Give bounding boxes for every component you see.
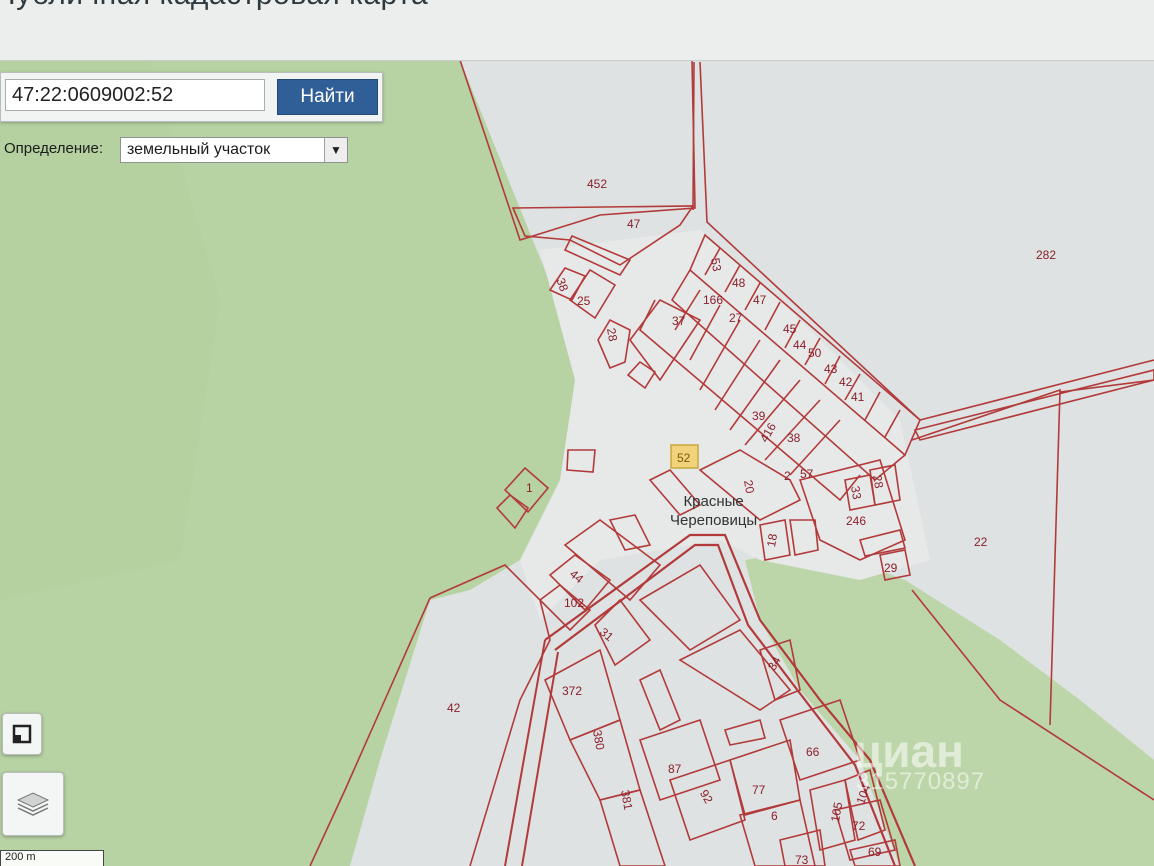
definition-select-value: земельный участок [127,141,271,158]
place-name-line2: Череповицы [670,512,758,529]
parcel-label-37: 37 [672,314,686,328]
parcel-label-6: 6 [771,809,778,823]
parcel-label-27: 27 [729,311,743,325]
fullscreen-button[interactable] [2,713,42,755]
place-name-label: Красные Череповицы [670,492,757,530]
parcel-label-45: 45 [783,322,797,336]
parcel-label-25: 25 [577,294,591,308]
cadastral-number-input[interactable] [5,79,265,111]
parcel-label-38b: 38 [787,431,801,445]
parcel-label-166: 166 [703,293,723,307]
parcel-label-77: 77 [752,783,766,797]
parcel-label-50: 50 [808,346,822,360]
search-button[interactable]: Найти [277,79,378,115]
parcel-label-39: 39 [752,409,766,423]
parcel-label-72: 72 [852,819,866,833]
parcel-label-372: 372 [562,684,582,698]
layers-button[interactable] [2,772,64,836]
search-panel: Найти [0,72,383,122]
parcel-label-1: 1 [526,481,533,495]
definition-row: Определение: земельный участок ▼ [0,135,350,165]
fullscreen-icon [12,724,32,744]
parcel-label-33: 33 [848,485,864,501]
parcel-label-42: 42 [447,701,461,715]
parcel-label-53: 53 [708,257,724,273]
definition-label: Определение: [4,140,104,157]
parcel-label-73: 73 [795,853,809,866]
parcel-label-69: 69 [868,845,882,859]
scale-bar: 200 m [0,850,104,866]
parcel-label-57: 57 [800,467,814,481]
parcel-label-28b: 28 [870,474,886,490]
chevron-down-icon[interactable]: ▼ [324,138,347,162]
parcel-label-47b: 47 [753,293,767,307]
parcel-label-87: 87 [668,762,682,776]
layers-icon [16,792,50,816]
parcel-label-2: 2 [784,469,791,483]
parcel-label-66: 66 [806,745,820,759]
parcel-label-282: 282 [1036,248,1056,262]
parcel-label-52: 52 [677,451,691,465]
parcel-label-246: 246 [846,514,866,528]
parcel-label-28a: 28 [604,327,620,343]
parcel-label-41: 41 [851,390,865,404]
cadastral-map[interactable]: 452 47 282 22 42 38 25 28 1 52 53 48 47 … [0,0,1154,866]
place-name-line1: Красные [683,493,744,510]
definition-select[interactable]: земельный участок ▼ [120,137,348,163]
parcel-label-18: 18 [764,532,780,548]
parcel-label-48: 48 [732,276,746,290]
parcel-label-42b: 42 [839,375,853,389]
parcel-label-44: 44 [793,338,807,352]
boundary-road [692,61,695,211]
page-header: Публичная кадастровая карта [0,0,1154,61]
parcel-label-452: 452 [587,177,607,191]
parcel-label-47-top: 47 [627,217,641,231]
parcel-label-102: 102 [564,596,584,610]
parcel-label-43: 43 [824,362,838,376]
page-title: Публичная кадастровая карта [0,0,428,12]
parcel-label-22: 22 [974,535,988,549]
parcel-label-29: 29 [884,561,898,575]
